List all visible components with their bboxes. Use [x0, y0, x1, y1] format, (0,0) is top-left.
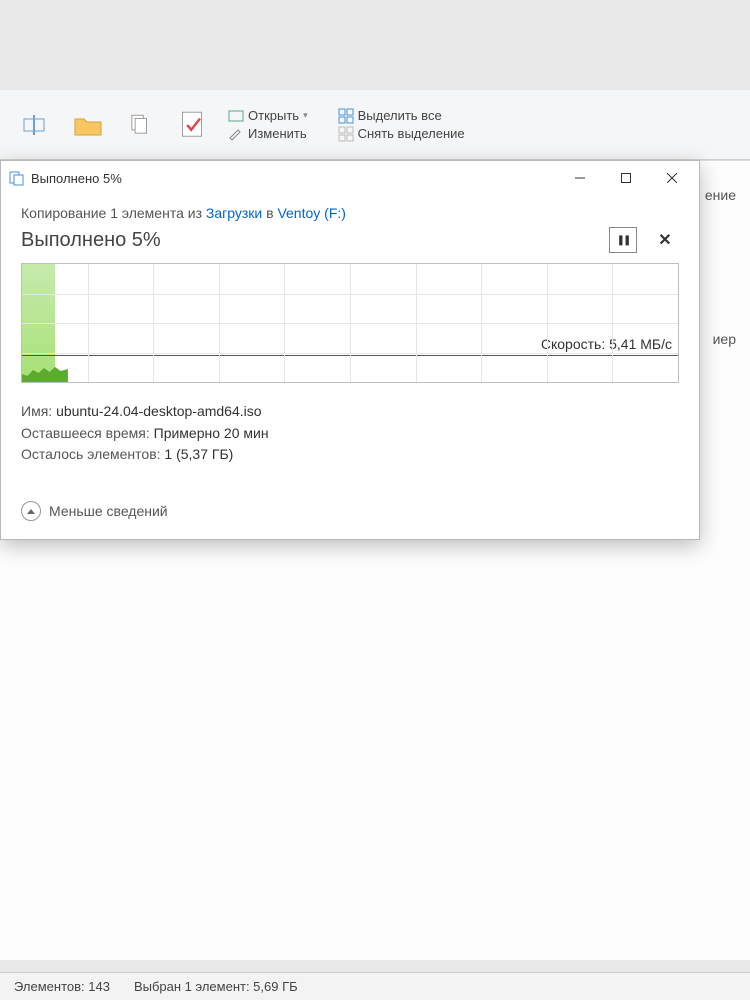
rename-icon[interactable] — [20, 109, 52, 141]
pause-button[interactable]: ❚❚ — [609, 227, 637, 253]
fewer-details-toggle[interactable]: Меньше сведений — [21, 488, 679, 521]
dialog-title: Выполнено 5% — [31, 171, 557, 186]
ribbon-edit[interactable]: Изменить — [228, 126, 308, 142]
properties-checkmark-icon[interactable] — [176, 109, 208, 141]
pause-icon: ❚❚ — [617, 235, 630, 246]
statusbar-item-count: Элементов: 143 — [14, 979, 110, 994]
ribbon-select-all[interactable]: Выделить все — [338, 108, 465, 124]
ribbon-open-label: Открыть — [248, 108, 299, 123]
op-mid: в — [262, 205, 277, 221]
copy-icon[interactable] — [124, 109, 156, 141]
speed-sparkline — [22, 356, 68, 382]
explorer-ribbon: Открыть ▾ Изменить Выделить все Снять вы… — [0, 90, 750, 160]
transfer-speed-chart: Скорость: 5,41 МБ/c — [21, 263, 679, 383]
ribbon-deselect-label: Снять выделение — [358, 126, 465, 141]
bg-text-fragment-1: ение — [705, 187, 736, 203]
ribbon-edit-label: Изменить — [248, 126, 307, 141]
dropdown-caret-icon: ▾ — [303, 110, 308, 121]
speed-label: Скорость: 5,41 МБ/c — [541, 336, 672, 352]
ribbon-select-all-label: Выделить все — [358, 108, 442, 123]
window-minimize-button[interactable] — [557, 163, 603, 193]
op-prefix: Копирование 1 элемента из — [21, 205, 206, 221]
name-label: Имя: — [21, 403, 52, 419]
time-label: Оставшееся время: — [21, 425, 150, 441]
chevron-up-icon — [21, 501, 41, 521]
fewer-details-label: Меньше сведений — [49, 503, 168, 519]
window-maximize-button[interactable] — [603, 163, 649, 193]
folder-icon[interactable] — [72, 109, 104, 141]
op-dest-link[interactable]: Ventoy (F:) — [277, 205, 345, 221]
explorer-statusbar: Элементов: 143 Выбран 1 элемент: 5,69 ГБ — [0, 972, 750, 1000]
name-value: ubuntu-24.04-desktop-amd64.iso — [56, 403, 261, 419]
transfer-details: Имя: ubuntu-24.04-desktop-amd64.iso Оста… — [21, 401, 679, 466]
progress-status-text: Выполнено 5% — [21, 229, 161, 252]
statusbar-selected: Выбран 1 элемент: 5,69 ГБ — [134, 979, 298, 994]
copy-dialog-icon — [9, 170, 25, 186]
ribbon-open[interactable]: Открыть ▾ — [228, 108, 308, 124]
op-source-link[interactable]: Загрузки — [206, 205, 262, 221]
window-close-button[interactable] — [649, 163, 695, 193]
remain-value: 1 (5,37 ГБ) — [164, 446, 233, 462]
operation-description: Копирование 1 элемента из Загрузки в Ven… — [21, 205, 679, 221]
bg-text-fragment-2: иер — [713, 331, 736, 347]
cancel-button[interactable] — [651, 227, 679, 253]
time-value: Примерно 20 мин — [154, 425, 269, 441]
copy-progress-dialog: Выполнено 5% Копирование 1 элемента из З… — [0, 160, 700, 540]
ribbon-deselect[interactable]: Снять выделение — [338, 126, 465, 142]
remain-label: Осталось элементов: — [21, 446, 161, 462]
dialog-titlebar[interactable]: Выполнено 5% — [1, 161, 699, 195]
